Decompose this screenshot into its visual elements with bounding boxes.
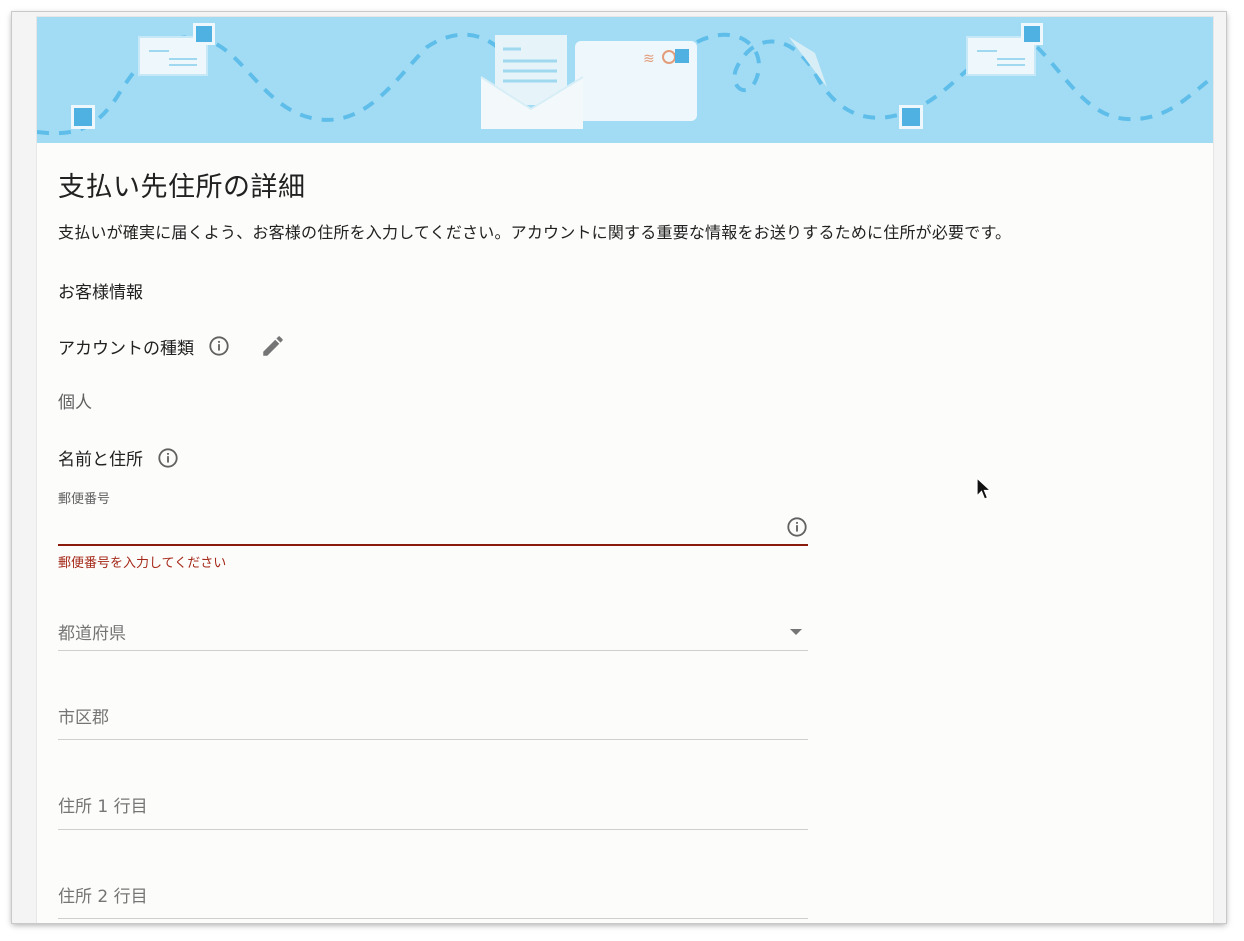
svg-text:≋: ≋ bbox=[643, 51, 655, 67]
account-type-value: 個人 bbox=[58, 393, 92, 413]
address-line1-underline bbox=[58, 829, 808, 830]
address-line2-field bbox=[58, 874, 808, 920]
postal-code-error: 郵便番号を入力してください bbox=[58, 556, 227, 571]
prefecture-placeholder: 都道府県 bbox=[58, 624, 126, 644]
city-field bbox=[58, 695, 808, 741]
pencil-icon[interactable] bbox=[260, 333, 286, 359]
postal-code-input[interactable] bbox=[58, 512, 778, 540]
mouse-cursor-icon bbox=[976, 477, 992, 500]
prefecture-select[interactable]: 都道府県 bbox=[58, 605, 808, 651]
address-line1-input[interactable] bbox=[58, 792, 778, 822]
chevron-down-icon bbox=[790, 629, 802, 635]
city-underline bbox=[58, 739, 808, 740]
info-icon[interactable] bbox=[208, 335, 230, 357]
info-icon[interactable] bbox=[157, 447, 179, 469]
address-line1-field bbox=[58, 784, 808, 830]
payment-address-card: ≋ 支払い先住所の詳細 支払いが確実に届くよう、お客様の住所を入力してください。… bbox=[37, 17, 1213, 923]
city-input[interactable] bbox=[58, 703, 778, 733]
postal-code-field: 郵便番号 郵便番号を入力してください bbox=[58, 488, 808, 571]
mail-banner: ≋ bbox=[37, 17, 1213, 143]
address-line2-input[interactable] bbox=[58, 882, 778, 912]
postal-code-label: 郵便番号 bbox=[58, 492, 111, 507]
mail-illustration: ≋ bbox=[37, 23, 1213, 136]
account-type-row: アカウントの種類 bbox=[58, 333, 286, 359]
browser-window: ≋ 支払い先住所の詳細 支払いが確実に届くよう、お客様の住所を入力してください。… bbox=[12, 12, 1226, 923]
name-address-label: 名前と住所 bbox=[58, 450, 143, 470]
name-address-row: 名前と住所 bbox=[58, 445, 179, 470]
page-title: 支払い先住所の詳細 bbox=[58, 172, 306, 203]
page-description: 支払いが確実に届くよう、お客様の住所を入力してください。アカウントに関する重要な… bbox=[58, 223, 1012, 242]
prefecture-underline bbox=[58, 650, 808, 651]
account-type-label: アカウントの種類 bbox=[58, 338, 194, 359]
postal-code-underline bbox=[58, 544, 808, 546]
customer-info-heading: お客様情報 bbox=[58, 283, 143, 303]
address-line2-underline bbox=[58, 918, 808, 919]
info-icon[interactable] bbox=[786, 516, 808, 538]
